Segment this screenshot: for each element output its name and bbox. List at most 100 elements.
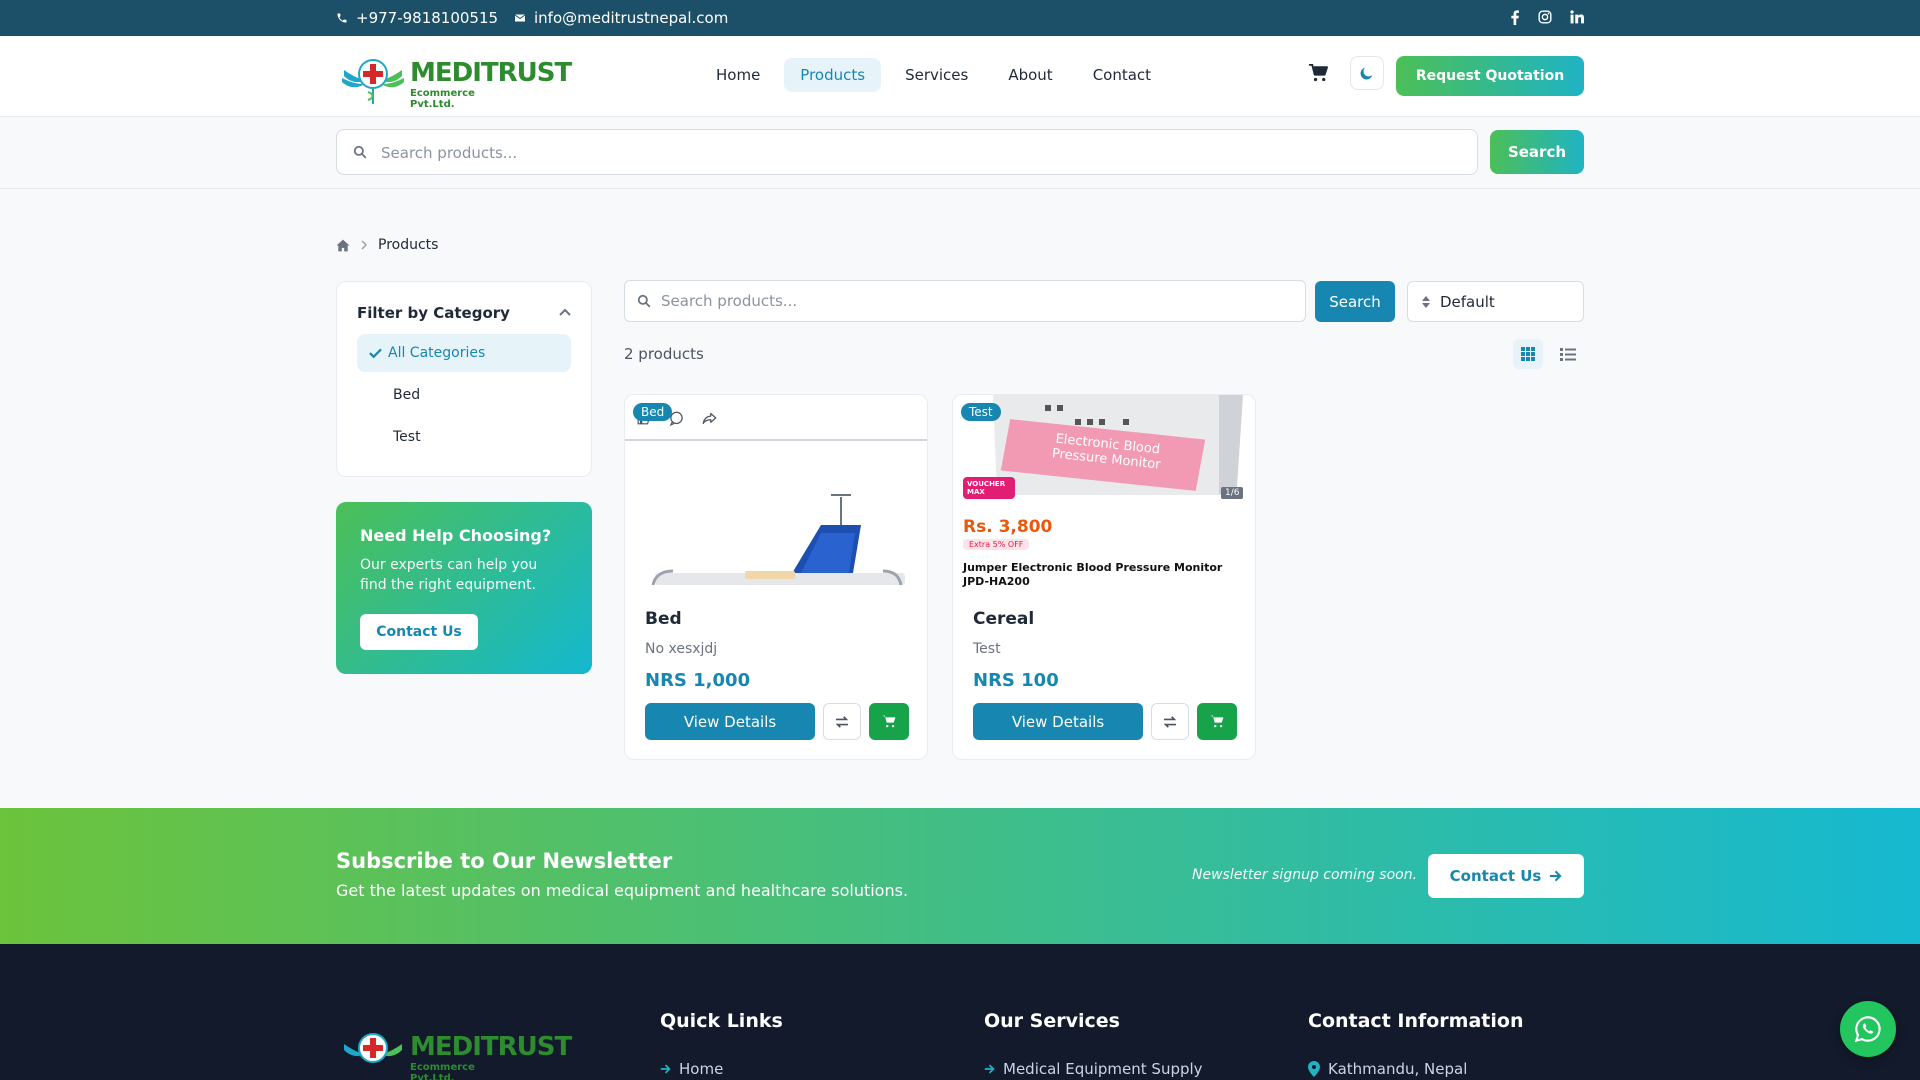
newsletter-contact-label: Contact Us — [1449, 867, 1542, 885]
product-image[interactable]: Bed — [625, 395, 927, 589]
linkedin-icon[interactable] — [1570, 10, 1584, 24]
newsletter-section: Subscribe to Our Newsletter Get the late… — [0, 808, 1920, 944]
check-icon — [369, 348, 382, 358]
image-price: Rs. 3,800 — [963, 517, 1053, 537]
compare-icon — [1163, 715, 1177, 728]
compare-button[interactable] — [823, 703, 861, 740]
help-title: Need Help Choosing? — [360, 526, 552, 545]
breadcrumb-current: Products — [378, 237, 439, 253]
nav-services[interactable]: Services — [889, 58, 984, 92]
logo-subtitle: Ecommerce Pvt.Ltd. — [410, 88, 475, 110]
home-icon[interactable] — [336, 239, 350, 252]
help-contact-button[interactable]: Contact Us — [360, 614, 478, 650]
product-search-input[interactable]: Search products... — [624, 280, 1306, 322]
filter-title: Filter by Category — [357, 304, 510, 322]
cart-icon — [1309, 63, 1328, 82]
facebook-icon[interactable] — [1510, 10, 1520, 25]
product-search-placeholder: Search products... — [661, 292, 798, 310]
list-icon — [1560, 347, 1576, 361]
site-footer: MEDITRUST Ecommerce Pvt.Ltd. Quick Links… — [0, 944, 1920, 1080]
view-details-button[interactable]: View Details — [973, 703, 1143, 740]
category-badge: Bed — [633, 403, 673, 421]
quick-links-title: Quick Links — [660, 1010, 783, 1032]
whatsapp-chat-button[interactable] — [1840, 1001, 1896, 1057]
sort-icon — [1422, 295, 1430, 308]
compare-icon — [835, 715, 849, 728]
envelope-icon — [514, 14, 526, 22]
sort-value: Default — [1440, 292, 1495, 311]
image-discount: Extra 5% OFF — [963, 539, 1030, 550]
product-card[interactable]: Electronic Blood Pressure Monitor VOUCHE… — [952, 394, 1256, 760]
product-description: No xesxjdj — [645, 641, 718, 657]
footer-logo[interactable]: MEDITRUST Ecommerce Pvt.Ltd. — [338, 1026, 572, 1080]
product-name[interactable]: Bed — [645, 609, 682, 629]
instagram-icon[interactable] — [1538, 10, 1552, 24]
social-links — [1510, 10, 1584, 25]
global-search-input[interactable]: Search products... — [336, 129, 1478, 175]
add-to-cart-button[interactable] — [869, 703, 909, 740]
sort-select[interactable]: Default — [1407, 281, 1584, 322]
arrow-right-icon — [660, 1064, 671, 1074]
footer-address: Kathmandu, Nepal — [1308, 1060, 1467, 1078]
help-card: Need Help Choosing? Our experts can help… — [336, 502, 592, 674]
product-name[interactable]: Cereal — [973, 609, 1034, 629]
footer-logo-subtitle: Ecommerce Pvt.Ltd. — [410, 1062, 475, 1080]
newsletter-title: Subscribe to Our Newsletter — [336, 849, 673, 873]
footer-service-link[interactable]: Medical Equipment Supply — [984, 1060, 1203, 1078]
logo-emblem-icon — [344, 1033, 402, 1063]
cart-icon — [1210, 715, 1224, 728]
footer-logo-text: MEDITRUST — [410, 1032, 572, 1062]
product-image[interactable]: Electronic Blood Pressure Monitor VOUCHE… — [953, 395, 1255, 589]
logo-emblem-icon — [342, 59, 404, 104]
request-quotation-button[interactable]: Request Quotation — [1396, 56, 1584, 96]
arrow-right-icon — [984, 1064, 995, 1074]
phone-text: +977-9818100515 — [356, 9, 499, 27]
share-icon[interactable] — [702, 411, 717, 426]
category-bed[interactable]: Bed — [357, 376, 571, 414]
nav-contact[interactable]: Contact — [1077, 58, 1167, 92]
nav-about[interactable]: About — [992, 58, 1068, 92]
search-band: Search products... Search — [0, 117, 1920, 189]
nav-home[interactable]: Home — [700, 58, 776, 92]
site-logo[interactable]: MEDITRUST Ecommerce Pvt.Ltd. — [338, 52, 572, 110]
chevron-up-icon[interactable] — [559, 308, 571, 316]
email-contact[interactable]: info@meditrustnepal.com — [514, 9, 728, 27]
product-count: 2 products — [624, 345, 704, 363]
contact-info-title: Contact Information — [1308, 1010, 1524, 1032]
cart-icon — [882, 715, 896, 728]
phone-contact[interactable]: +977-9818100515 — [336, 9, 498, 27]
category-all[interactable]: All Categories — [357, 334, 571, 372]
cart-button[interactable] — [1308, 63, 1328, 86]
search-icon — [637, 294, 651, 308]
image-title: Jumper Electronic Blood Pressure Monitor… — [963, 561, 1223, 588]
main-nav: Home Products Services About Contact — [700, 58, 1167, 92]
product-price: NRS 100 — [973, 670, 1059, 691]
grid-view-button[interactable] — [1513, 339, 1543, 369]
whatsapp-icon — [1854, 1016, 1881, 1043]
nav-products[interactable]: Products — [784, 58, 882, 92]
compare-button[interactable] — [1151, 703, 1189, 740]
product-search-button[interactable]: Search — [1315, 281, 1395, 322]
global-search-button[interactable]: Search — [1490, 130, 1584, 174]
image-counter: 1/6 — [1221, 487, 1244, 499]
email-text: info@meditrustnepal.com — [534, 9, 729, 27]
category-test[interactable]: Test — [357, 418, 571, 456]
category-all-label: All Categories — [388, 345, 486, 361]
grid-icon — [1521, 347, 1535, 361]
list-view-button[interactable] — [1553, 339, 1583, 369]
top-bar: +977-9818100515 info@meditrustnepal.com — [0, 0, 1920, 36]
newsletter-subtitle: Get the latest updates on medical equipm… — [336, 881, 909, 900]
search-placeholder: Search products... — [381, 144, 518, 162]
add-to-cart-button[interactable] — [1197, 703, 1237, 740]
newsletter-note: Newsletter signup coming soon. — [1192, 867, 1418, 883]
category-badge: Test — [961, 403, 1001, 421]
theme-toggle[interactable] — [1350, 56, 1384, 90]
footer-link-home[interactable]: Home — [660, 1060, 723, 1078]
help-text: Our experts can help you find the right … — [360, 557, 538, 593]
logo-text: MEDITRUST — [410, 58, 572, 88]
product-card[interactable]: Bed Bed No xesxjdj NRS 1,000 View Detail… — [624, 394, 928, 760]
newsletter-contact-button[interactable]: Contact Us — [1428, 854, 1584, 898]
services-title: Our Services — [984, 1010, 1120, 1032]
phone-icon — [337, 13, 347, 23]
view-details-button[interactable]: View Details — [645, 703, 815, 740]
